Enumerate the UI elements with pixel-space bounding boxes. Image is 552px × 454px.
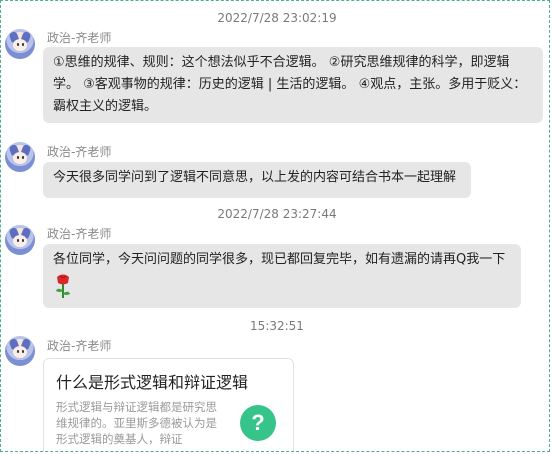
message-line: ①思维的规律、规则：这个想法似乎不合逻辑。 ②研究思维规律的科学，即逻辑 (53, 55, 510, 70)
card-description: 形式逻辑与辩证逻辑都是研究思 维规律的。亚里斯多德被认为是 形式逻辑的奠基人，辩… (56, 399, 224, 447)
message-bubble[interactable]: 今天很多同学问到了逻辑不同意思，以上发的内容可结合书本一起理解 (43, 162, 471, 198)
link-card[interactable]: 什么是形式逻辑和辩证逻辑 形式逻辑与辩证逻辑都是研究思 维规律的。亚里斯多德被认… (43, 358, 294, 451)
timestamp: 2022/7/28 23:27:44 (217, 207, 337, 221)
sender-name: 政治-齐老师 (47, 339, 112, 353)
message-bubble[interactable]: 各位同学，今天问问题的同学很多，现已都回复完毕，如有遗漏的请再Q我一下 (43, 244, 521, 308)
sender-name: 政治-齐老师 (47, 227, 112, 241)
avatar[interactable] (5, 336, 35, 366)
message-line: 今天很多同学问到了逻辑不同意思，以上发的内容可结合书本一起理解 (53, 170, 457, 185)
sender-name: 政治-齐老师 (47, 145, 112, 159)
avatar[interactable] (5, 29, 35, 59)
message-line: 学。 ③客观事物的规律：历史的逻辑 | 生活的逻辑。 ④观点，主张。多用于贬义： (53, 77, 527, 92)
avatar[interactable] (5, 225, 35, 255)
card-description-line: 维规律的。亚里斯多德被认为是 (56, 416, 217, 430)
rose-icon (56, 274, 70, 298)
timestamp: 2022/7/28 23:02:19 (217, 11, 337, 25)
message-line: 霸权主义的逻辑。 (53, 99, 158, 114)
avatar[interactable] (5, 142, 35, 172)
message-bubble[interactable]: ①思维的规律、规则：这个想法似乎不合逻辑。 ②研究思维规律的科学，即逻辑 学。 … (43, 47, 543, 123)
message-line: 各位同学，今天问问题的同学很多，现已都回复完毕，如有遗漏的请再Q我一下 (53, 252, 506, 267)
card-title: 什么是形式逻辑和辩证逻辑 (56, 373, 249, 392)
sender-name: 政治-齐老师 (47, 31, 112, 45)
timestamp: 15:32:51 (250, 319, 304, 333)
card-description-line: 形式逻辑与辩证逻辑都是研究思 (56, 400, 217, 414)
question-icon: ? (240, 405, 276, 441)
chat-window: 2022/7/28 23:02:19 政治-齐老师 ①思维的规律、规则：这个想法… (0, 0, 550, 452)
card-description-line: 形式逻辑的奠基人，辩证 (56, 432, 183, 446)
